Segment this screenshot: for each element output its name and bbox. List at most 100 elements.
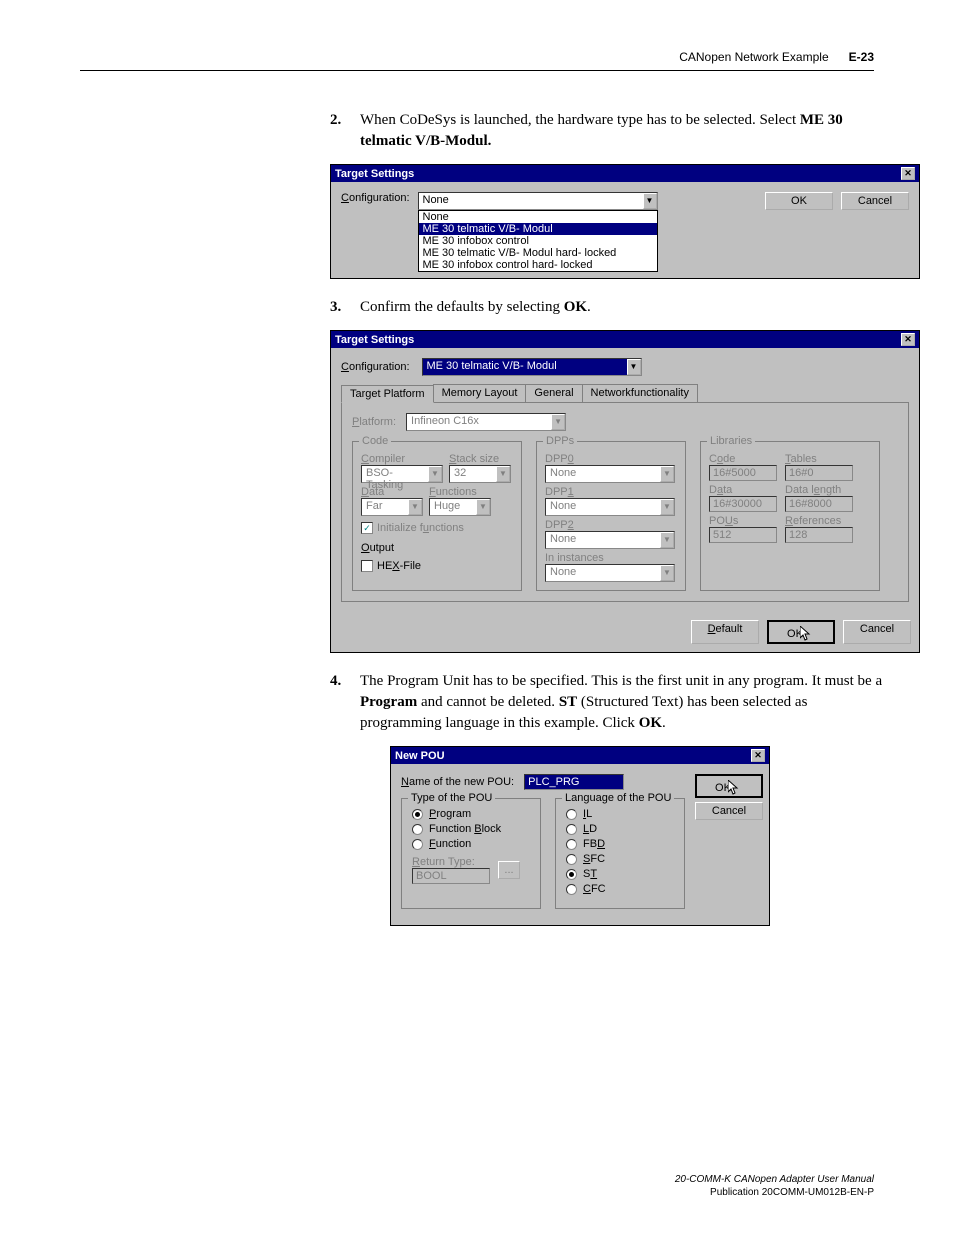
close-icon[interactable]: ✕: [901, 167, 915, 180]
lib-pous-value: 512: [709, 527, 777, 543]
radio-icon: [412, 809, 423, 820]
tab-target-platform[interactable]: Target Platform: [341, 385, 434, 403]
dlg3-title: New POU: [395, 750, 445, 762]
step-3-number: 3.: [330, 297, 360, 318]
radio-st[interactable]: ST: [566, 868, 674, 880]
return-type-value: BOOL: [412, 868, 490, 884]
configuration-dropdown[interactable]: ME 30 telmatic V/B- Modul ▼: [422, 358, 642, 376]
dlg1-title: Target Settings: [335, 168, 414, 180]
chevron-down-icon: ▼: [660, 466, 674, 482]
radio-ld[interactable]: LD: [566, 823, 674, 835]
config-option-me30-infobox[interactable]: ME 30 infobox control: [419, 235, 657, 247]
lib-references-value: 128: [785, 527, 853, 543]
radio-program-label: Program: [429, 808, 471, 820]
configuration-dropdown-list[interactable]: None ME 30 telmatic V/B- Modul ME 30 inf…: [418, 210, 658, 272]
language-of-pou-group: Language of the POU IL LD FBD SFC ST CFC: [555, 798, 685, 909]
config-option-me30-infobox-locked[interactable]: ME 30 infobox control hard- locked: [419, 259, 657, 271]
ok-button[interactable]: OK: [767, 620, 835, 644]
step-4-bold-st: ST: [559, 694, 577, 710]
dpp2-value: None: [546, 532, 660, 548]
configuration-selected: None: [419, 193, 643, 209]
radio-il[interactable]: IL: [566, 808, 674, 820]
tab-memory-layout[interactable]: Memory Layout: [433, 384, 527, 402]
lib-code-value: 16#5000: [709, 465, 777, 481]
radio-cfc-label: CFC: [583, 883, 606, 895]
dlg3-titlebar: New POU ✕: [391, 747, 769, 764]
platform-label: Platform:: [352, 416, 396, 428]
step-4-bold-program: Program: [360, 694, 417, 710]
code-group-title: Code: [359, 435, 391, 447]
radio-program[interactable]: Program: [412, 808, 530, 820]
cursor-icon: [800, 626, 812, 642]
chevron-down-icon: ▼: [428, 466, 442, 482]
libraries-group: Libraries Code 16#5000 Tables 16#0: [700, 441, 880, 591]
radio-icon: [566, 824, 577, 835]
dpp2-dropdown: None▼: [545, 531, 675, 549]
radio-fbd-label: FBD: [583, 838, 605, 850]
radio-fbd[interactable]: FBD: [566, 838, 674, 850]
footer-manual-title: 20-COMM-K CANopen Adapter User Manual: [675, 1173, 874, 1186]
chevron-down-icon[interactable]: ▼: [627, 359, 641, 375]
config-option-me30-vb-modul[interactable]: ME 30 telmatic V/B- Modul: [419, 223, 657, 235]
step-4-end: .: [662, 715, 666, 731]
initialize-functions-checkbox: ✓ Initialize functions: [361, 522, 513, 534]
type-of-pou-group: Type of the POU Program Function Block F…: [401, 798, 541, 909]
tab-general[interactable]: General: [525, 384, 582, 402]
radio-function[interactable]: Function: [412, 838, 530, 850]
checkbox-icon[interactable]: [361, 560, 373, 572]
cursor-icon: [728, 780, 740, 796]
output-label: Output: [361, 542, 513, 554]
header-rule: [80, 70, 874, 71]
footer-publication: Publication 20COMM-UM012B-EN-P: [675, 1186, 874, 1199]
page-header: CANopen Network Example E-23: [679, 50, 874, 64]
dpp0-dropdown: None▼: [545, 465, 675, 483]
config-option-me30-vb-locked[interactable]: ME 30 telmatic V/B- Modul hard- locked: [419, 247, 657, 259]
radio-cfc[interactable]: CFC: [566, 883, 674, 895]
step-3: 3. Confirm the defaults by selecting OK.: [330, 297, 884, 318]
chevron-down-icon: ▼: [660, 499, 674, 515]
radio-sfc[interactable]: SFC: [566, 853, 674, 865]
check-icon: ✓: [361, 522, 373, 534]
in-instances-value: None: [546, 565, 660, 581]
step-4-text: The Program Unit has to be specified. Th…: [360, 671, 884, 734]
functions-label: Functions: [429, 486, 491, 498]
browse-button: ...: [498, 861, 520, 879]
lib-data-length-value: 16#8000: [785, 496, 853, 512]
dlg2-title: Target Settings: [335, 334, 414, 346]
step-4-mid1: and cannot be deleted.: [417, 694, 559, 710]
config-option-none[interactable]: None: [419, 211, 657, 223]
lib-code-label: Code: [709, 453, 777, 465]
radio-function-block[interactable]: Function Block: [412, 823, 530, 835]
radio-sfc-label: SFC: [583, 853, 605, 865]
cancel-button[interactable]: Cancel: [695, 802, 763, 820]
chevron-down-icon[interactable]: ▼: [643, 193, 657, 209]
stack-size-value: 32: [450, 466, 496, 482]
initialize-functions-label: Initialize functions: [377, 522, 464, 534]
tab-networkfunctionality[interactable]: Networkfunctionality: [582, 384, 698, 402]
lib-pous-label: POUs: [709, 515, 777, 527]
ok-button[interactable]: OK: [695, 774, 763, 798]
configuration-dropdown[interactable]: None ▼: [418, 192, 658, 210]
radio-icon: [566, 869, 577, 880]
pou-name-input[interactable]: PLC_PRG: [524, 774, 624, 790]
lib-data-label: Data: [709, 484, 777, 496]
functions-dropdown: Huge▼: [429, 498, 491, 516]
dpp2-label: DPP2: [545, 519, 677, 531]
ok-button[interactable]: OK: [765, 192, 833, 210]
lib-data-value: 16#30000: [709, 496, 777, 512]
step-3-text-a: Confirm the defaults by selecting: [360, 299, 564, 315]
radio-icon: [566, 809, 577, 820]
cancel-button[interactable]: Cancel: [843, 620, 911, 644]
step-4: 4. The Program Unit has to be specified.…: [330, 671, 884, 734]
in-instances-label: In instances: [545, 552, 677, 564]
chevron-down-icon: ▼: [660, 565, 674, 581]
close-icon[interactable]: ✕: [901, 333, 915, 346]
hex-file-checkbox[interactable]: HEX-File: [361, 560, 513, 572]
lib-tables-label: Tables: [785, 453, 853, 465]
step-3-text-b: .: [587, 299, 591, 315]
default-button[interactable]: Default: [691, 620, 759, 644]
cancel-button[interactable]: Cancel: [841, 192, 909, 210]
chevron-down-icon: ▼: [551, 414, 565, 430]
close-icon[interactable]: ✕: [751, 749, 765, 762]
libraries-group-title: Libraries: [707, 435, 755, 447]
